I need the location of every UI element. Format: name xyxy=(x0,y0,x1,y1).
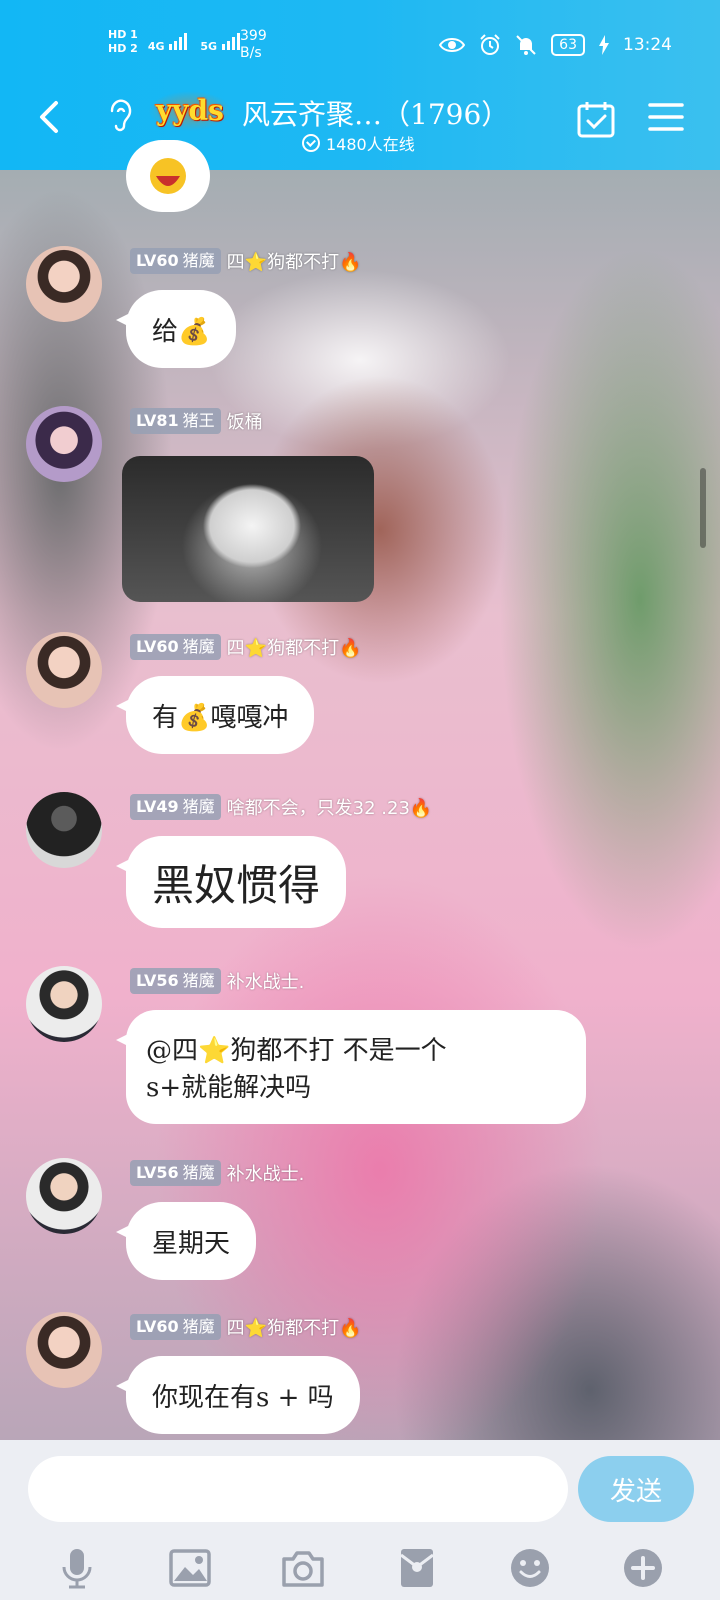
avatar[interactable] xyxy=(26,246,102,322)
level-badge: LV56 猪魔 xyxy=(130,1160,221,1186)
message-bubble[interactable]: 有💰嘎嘎冲 xyxy=(115,676,315,754)
signal-group: HD 1 HD 2 4G 5G xyxy=(108,28,243,56)
group-title[interactable]: 风云齐聚…（1796） xyxy=(242,93,509,133)
avatar[interactable] xyxy=(26,406,102,482)
avatar[interactable] xyxy=(26,966,102,1042)
sender-name[interactable]: 四⭐狗都不打🔥 xyxy=(227,1314,362,1340)
clock: 13:24 xyxy=(623,35,672,55)
red-packet-icon[interactable] xyxy=(387,1538,447,1598)
sender-info: LV49 猪魔 啥都不会，只发32 .23🔥 xyxy=(130,794,432,820)
message-bubble[interactable]: @四⭐狗都不打 不是一个 s+就能解决吗 xyxy=(116,1010,586,1124)
microphone-icon[interactable] xyxy=(47,1538,107,1598)
online-status: 1480人在线 xyxy=(302,131,415,155)
sender-name[interactable]: 补水战士. xyxy=(227,1160,305,1186)
title-bar: yyds 风云齐聚…（1796） 1480人在线 xyxy=(0,85,720,160)
input-toolbar xyxy=(0,1538,720,1598)
message-text: 黑奴惯得 xyxy=(152,860,321,910)
sender-name[interactable]: 饭桶 xyxy=(227,408,263,434)
menu-icon[interactable] xyxy=(648,101,684,133)
message-bubble[interactable]: 黑奴惯得 xyxy=(115,836,347,928)
sender-name[interactable]: 四⭐狗都不打🔥 xyxy=(227,248,362,274)
sim-labels: HD 1 HD 2 xyxy=(108,28,138,56)
network-5g-icon: 5G xyxy=(200,32,243,53)
sender-info: LV56 猪魔 补水战士. xyxy=(130,968,304,994)
message-bubble[interactable]: 你现在有s + 吗 xyxy=(116,1356,360,1434)
sender-info: LV60 猪魔 四⭐狗都不打🔥 xyxy=(130,634,361,660)
scrollbar[interactable] xyxy=(700,468,706,548)
status-bar: HD 1 HD 2 4G 5G 399 B/s 63 13:24 xyxy=(0,28,720,68)
speed-value: 399 xyxy=(240,28,267,44)
level-badge: LV81 猪王 xyxy=(130,408,221,434)
speed-unit: B/s xyxy=(240,45,262,61)
level-badge: LV49 猪魔 xyxy=(130,794,221,820)
sender-name[interactable]: 补水战士. xyxy=(227,968,305,994)
message-bubble[interactable]: 给💰 xyxy=(115,290,237,368)
ear-icon[interactable] xyxy=(108,97,132,133)
network-speed: 399 B/s xyxy=(240,28,267,62)
emoji-icon[interactable] xyxy=(500,1538,560,1598)
chat-header: HD 1 HD 2 4G 5G 399 B/s 63 13:24 yyds 风云… xyxy=(0,0,720,170)
eye-icon xyxy=(439,38,466,52)
message-text-line: @四⭐狗都不打 不是一个 xyxy=(146,1036,447,1066)
status-right: 63 13:24 xyxy=(439,34,672,56)
avatar[interactable] xyxy=(26,1158,102,1234)
avatar[interactable] xyxy=(26,632,102,708)
online-check-icon xyxy=(302,134,320,152)
image-icon[interactable] xyxy=(160,1538,220,1598)
camera-icon[interactable] xyxy=(273,1538,333,1598)
yyds-badge: yyds xyxy=(148,91,232,131)
message-text: 你现在有s + 吗 xyxy=(152,1382,334,1413)
calendar-check-icon[interactable] xyxy=(576,99,616,139)
sim1-label: HD 1 xyxy=(108,28,138,41)
message-text: 给💰 xyxy=(152,316,211,347)
message-text-line: s+就能解决吗 xyxy=(146,1073,312,1103)
online-count: 1480人在线 xyxy=(326,135,415,154)
network-4g-icon: 4G xyxy=(148,32,191,53)
sender-info: LV60 猪魔 四⭐狗都不打🔥 xyxy=(130,1314,361,1340)
message-text: 有💰嘎嘎冲 xyxy=(152,702,289,733)
message-input[interactable] xyxy=(28,1456,568,1522)
message-text: 星期天 xyxy=(152,1228,231,1259)
sim2-label: HD 2 xyxy=(108,42,138,55)
sender-info: LV81 猪王 饭桶 xyxy=(130,408,263,434)
avatar[interactable] xyxy=(26,792,102,868)
sender-info: LV56 猪魔 补水战士. xyxy=(130,1160,304,1186)
sender-info: LV60 猪魔 四⭐狗都不打🔥 xyxy=(130,248,361,274)
level-badge: LV56 猪魔 xyxy=(130,968,221,994)
cat-photo-image[interactable] xyxy=(122,456,374,602)
battery-indicator: 63 xyxy=(551,34,585,56)
back-button[interactable] xyxy=(30,97,70,137)
sender-name[interactable]: 啥都不会，只发32 .23🔥 xyxy=(227,794,433,820)
avatar[interactable] xyxy=(26,1312,102,1388)
alarm-icon xyxy=(480,34,500,55)
sender-name[interactable]: 四⭐狗都不打🔥 xyxy=(227,634,362,660)
message-bubble[interactable]: 星期天 xyxy=(115,1202,257,1280)
send-button[interactable]: 发送 xyxy=(578,1456,694,1522)
previous-emoji-bubble[interactable] xyxy=(126,140,210,212)
level-badge: LV60 猪魔 xyxy=(130,1314,221,1340)
input-area: 发送 xyxy=(0,1440,720,1600)
laughing-emoji-icon xyxy=(150,158,186,194)
level-badge: LV60 猪魔 xyxy=(130,248,221,274)
charging-icon xyxy=(599,35,609,55)
plus-icon[interactable] xyxy=(613,1538,673,1598)
mute-bell-icon xyxy=(516,35,536,55)
level-badge: LV60 猪魔 xyxy=(130,634,221,660)
